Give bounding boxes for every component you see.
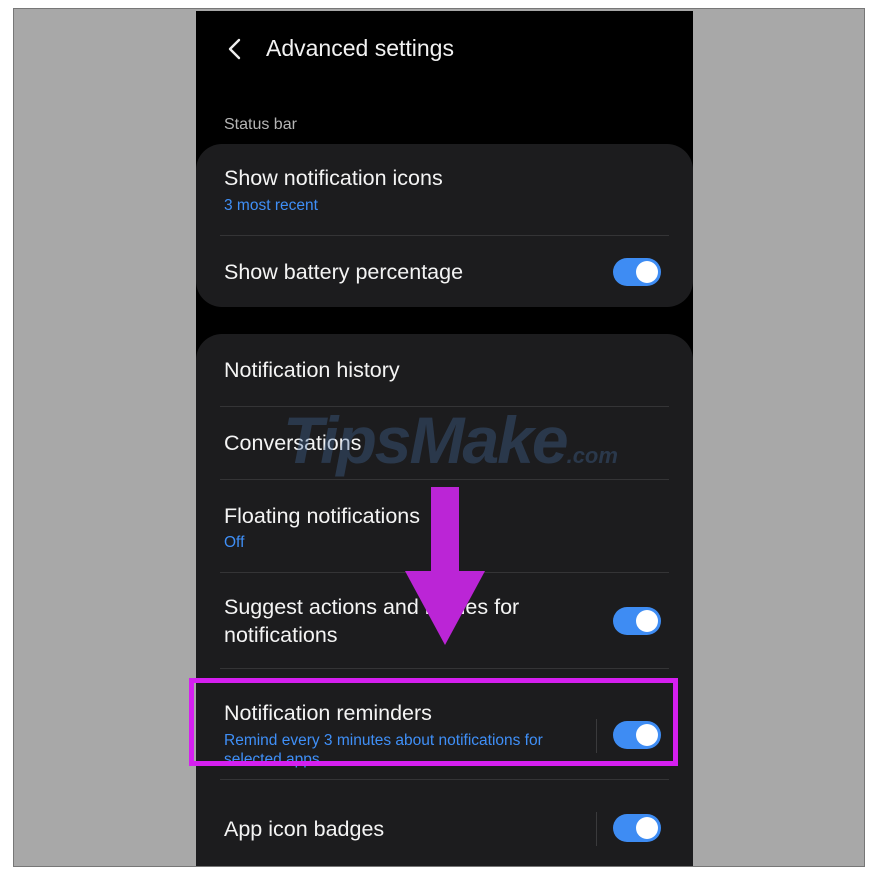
show-battery-percentage-row[interactable]: Show battery percentage xyxy=(196,236,693,307)
app-icon-badges-row[interactable]: App icon badges xyxy=(196,780,693,866)
status-bar-card: Show notification icons 3 most recent Sh… xyxy=(196,144,693,307)
phone-screen: Advanced settings Status bar Show notifi… xyxy=(196,11,693,866)
notification-history-label: Notification history xyxy=(224,358,400,382)
show-notification-icons-value: 3 most recent xyxy=(224,197,318,214)
suggest-actions-toggle[interactable] xyxy=(613,607,661,635)
conversations-row[interactable]: Conversations xyxy=(196,407,693,479)
notification-history-row[interactable]: Notification history xyxy=(196,334,693,406)
notification-reminders-row[interactable]: Notification reminders Remind every 3 mi… xyxy=(196,669,693,769)
vertical-divider xyxy=(596,812,597,846)
conversations-label: Conversations xyxy=(224,431,362,455)
app-header: Advanced settings xyxy=(196,29,693,69)
floating-notifications-value: Off xyxy=(224,534,245,551)
show-notification-icons-row[interactable]: Show notification icons 3 most recent xyxy=(196,144,693,236)
section-label-status-bar: Status bar xyxy=(224,116,297,133)
battery-percentage-toggle[interactable] xyxy=(613,258,661,286)
show-notification-icons-label: Show notification icons xyxy=(224,166,443,190)
notification-reminders-sub-line2: selected apps xyxy=(224,751,320,768)
page-title: Advanced settings xyxy=(266,35,454,61)
notification-reminders-label: Notification reminders xyxy=(224,701,432,725)
toggle-knob xyxy=(636,261,658,283)
app-icon-badges-toggle[interactable] xyxy=(613,814,661,842)
show-battery-percentage-label: Show battery percentage xyxy=(224,260,464,284)
app-icon-badges-label: App icon badges xyxy=(224,817,385,841)
screenshot-frame: Advanced settings Status bar Show notifi… xyxy=(13,8,865,867)
notification-reminders-toggle[interactable] xyxy=(613,721,661,749)
back-chevron-icon[interactable] xyxy=(224,37,248,61)
vertical-divider xyxy=(596,719,597,753)
toggle-knob xyxy=(636,724,658,746)
toggle-knob xyxy=(636,817,658,839)
suggest-actions-label-line2: notifications xyxy=(224,623,338,647)
notification-reminders-sub-line1: Remind every 3 minutes about notificatio… xyxy=(224,732,543,749)
down-arrow-icon xyxy=(405,487,485,645)
toggle-knob xyxy=(636,610,658,632)
floating-notifications-label: Floating notifications xyxy=(224,504,420,528)
